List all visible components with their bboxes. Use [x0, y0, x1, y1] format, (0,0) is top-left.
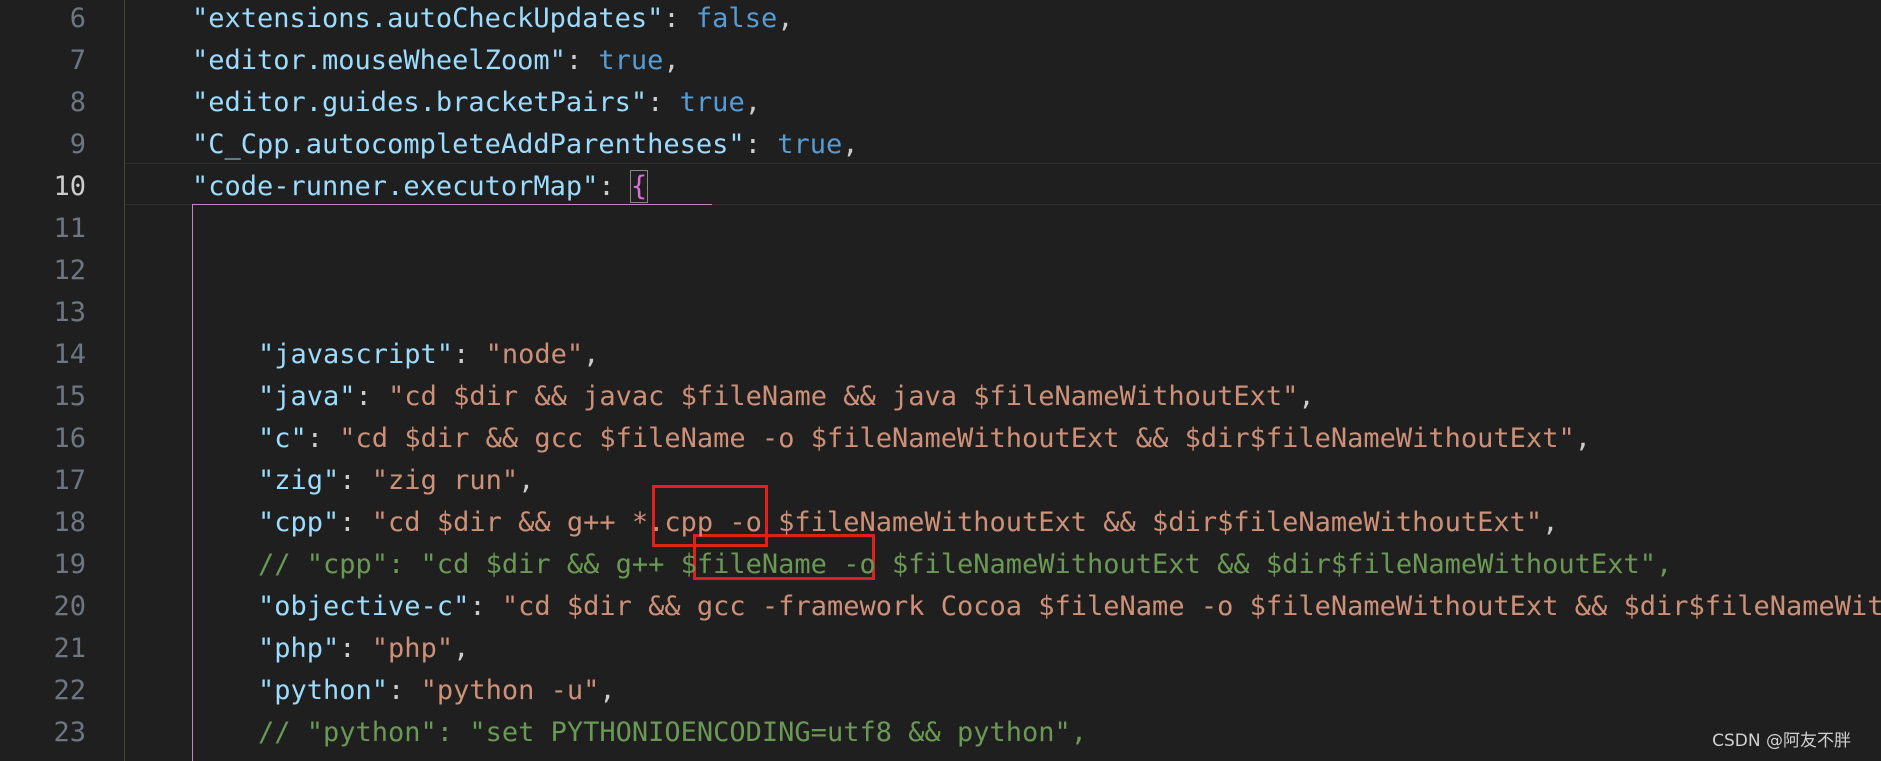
line-number: 14	[53, 339, 86, 370]
code-token: :	[339, 507, 372, 538]
line-number: 13	[53, 297, 86, 328]
code-token: :	[565, 45, 599, 76]
code-line[interactable]: "php": "php",	[258, 628, 469, 670]
code-line[interactable]: "objective-c": "cd $dir && gcc -framewor…	[258, 586, 1881, 628]
code-line[interactable]: "c": "cd $dir && gcc $fileName -o $fileN…	[258, 418, 1591, 460]
code-token: "cd $dir && javac $fileName && java $fil…	[388, 381, 1299, 412]
line-number: 12	[53, 255, 86, 286]
line-number: 16	[53, 423, 86, 454]
code-token: "javascript"	[258, 339, 454, 370]
line-number: 17	[53, 465, 86, 496]
code-token: "zig"	[258, 465, 340, 496]
code-line[interactable]: "javascript": "node",	[258, 334, 599, 376]
line-number-gutter: 6 7 8 9 10 11 12 13 14 15 16 17 18 19 20 21 22 23	[0, 0, 124, 761]
code-token: :	[647, 87, 680, 118]
code-editor[interactable]: 6 7 8 9 10 11 12 13 14 15 16 17 18 19 20 21 22 23 "extens…	[0, 0, 1881, 761]
code-token: "node"	[485, 339, 584, 370]
code-token: :	[306, 423, 340, 454]
code-token: "php"	[258, 633, 340, 664]
line-number: 7	[69, 45, 86, 76]
code-token: :	[388, 675, 421, 706]
code-token: ,	[453, 633, 470, 664]
code-line[interactable]: // "python": "set PYTHONIOENCODING=utf8 …	[258, 712, 1087, 754]
code-token: "objective-c"	[258, 591, 470, 622]
code-token: :	[355, 381, 389, 412]
code-token: "extensions.autoCheckUpdates"	[192, 3, 664, 34]
line-number: 11	[53, 213, 86, 244]
line-number: 8	[69, 87, 86, 118]
code-line[interactable]: "zig": "zig run",	[258, 460, 534, 502]
code-token: "java"	[258, 381, 356, 412]
code-token: // "cpp": "cd $dir && g++ $fileName -o $…	[258, 549, 1673, 580]
code-token: "zig run"	[371, 465, 519, 496]
line-number: 6	[69, 3, 86, 34]
line-number: 15	[53, 381, 86, 412]
code-lines[interactable]: "extensions.autoCheckUpdates": false, "ed…	[125, 0, 1881, 761]
code-line[interactable]: "editor.mouseWheelZoom": true,	[192, 40, 680, 82]
code-token: ,	[518, 465, 535, 496]
code-token: ,	[599, 675, 616, 706]
line-number: 20	[53, 591, 86, 622]
code-token: ,	[663, 45, 680, 76]
code-token: {	[629, 170, 649, 203]
line-number: 23	[53, 717, 86, 748]
code-token: :	[339, 465, 372, 496]
code-token: ,	[842, 129, 859, 160]
code-token: false	[695, 3, 778, 34]
code-token: ,	[777, 3, 794, 34]
code-token: "cd $dir && gcc $fileName -o $fileNameWi…	[339, 423, 1575, 454]
code-token: :	[339, 633, 372, 664]
code-line[interactable]: "editor.guides.bracketPairs": true,	[192, 82, 761, 124]
code-line[interactable]: "python": "python -u",	[258, 670, 616, 712]
code-token: ,	[1542, 507, 1559, 538]
code-token: "python -u"	[420, 675, 600, 706]
line-number: 9	[69, 129, 86, 160]
line-number: 19	[53, 549, 86, 580]
code-token: "cd $dir && gcc -framework Cocoa $fileNa…	[501, 591, 1881, 622]
code-line[interactable]: // "cpp": "cd $dir && g++ $fileName -o $…	[258, 544, 1672, 586]
line-number: 21	[53, 633, 86, 664]
code-token: "editor.mouseWheelZoom"	[192, 45, 566, 76]
code-token: ,	[1574, 423, 1591, 454]
code-token: "c"	[258, 423, 307, 454]
code-line[interactable]: "java": "cd $dir && javac $fileName && j…	[258, 376, 1315, 418]
watermark: CSDN @阿友不胖	[1712, 731, 1851, 751]
code-token: "editor.guides.bracketPairs"	[192, 87, 648, 118]
code-token: "php"	[371, 633, 454, 664]
code-token: :	[744, 129, 778, 160]
code-token: ,	[744, 87, 761, 118]
code-token: :	[453, 339, 486, 370]
code-token: "C_Cpp.autocompleteAddParentheses"	[192, 129, 745, 160]
code-token: ,	[583, 339, 600, 370]
code-token: "code-runner.executorMap"	[192, 171, 599, 202]
code-token: :	[663, 3, 696, 34]
code-line[interactable]: "cpp": "cd $dir && g++ *.cpp -o $fileNam…	[258, 502, 1558, 544]
code-token: true	[679, 87, 745, 118]
code-line[interactable]: "C_Cpp.autocompleteAddParentheses": true…	[192, 124, 859, 166]
code-token: ,	[1298, 381, 1315, 412]
code-line[interactable]: "code-runner.executorMap": {	[192, 166, 649, 208]
code-token: :	[598, 171, 631, 202]
line-number: 10	[53, 171, 86, 202]
code-token: "python"	[258, 675, 389, 706]
code-line[interactable]: "extensions.autoCheckUpdates": false,	[192, 0, 793, 40]
line-number: 18	[53, 507, 86, 538]
code-token: :	[469, 591, 502, 622]
code-token: "cpp"	[258, 507, 340, 538]
code-token: "cd $dir && g++ *.cpp -o $fileNameWithou…	[371, 507, 1543, 538]
bracket-pair-guide	[192, 205, 193, 761]
code-token: true	[598, 45, 664, 76]
code-token: true	[777, 129, 843, 160]
code-token: // "python": "set PYTHONIOENCODING=utf8 …	[258, 717, 1088, 748]
line-number: 22	[53, 675, 86, 706]
